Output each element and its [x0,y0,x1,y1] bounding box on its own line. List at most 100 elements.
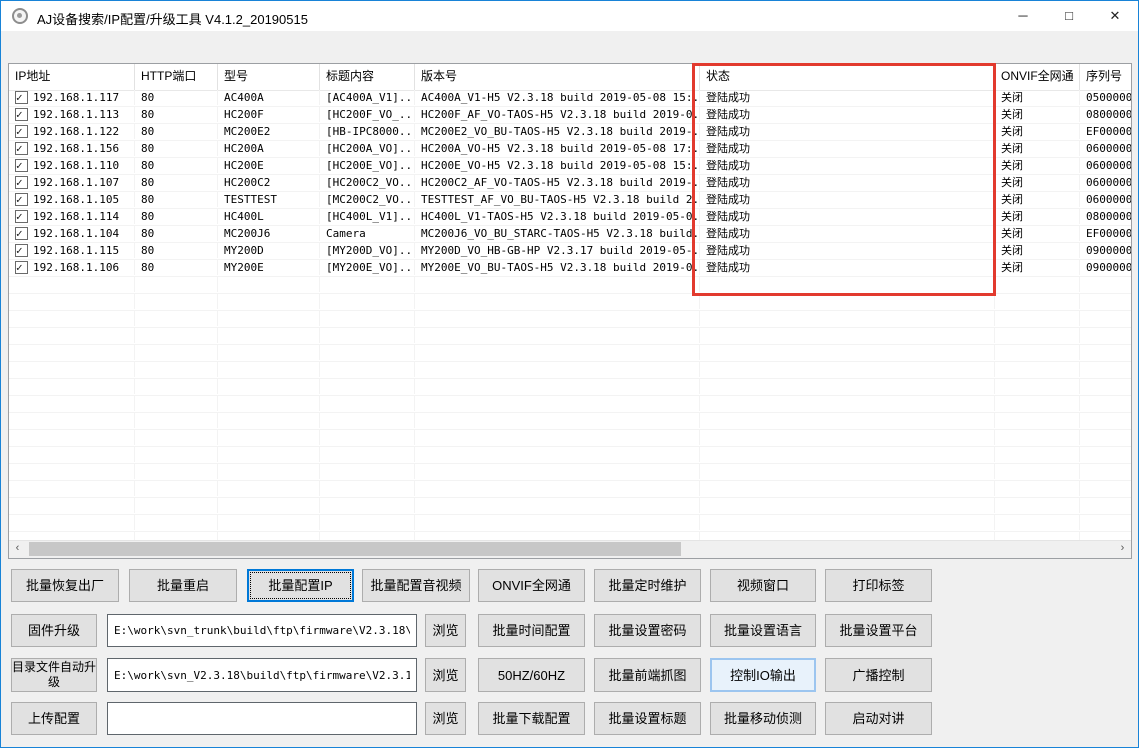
table-empty-row [9,464,1131,481]
column-header[interactable]: 标题内容 [320,64,415,90]
upload-path-input[interactable] [107,702,417,735]
row-checkbox[interactable] [15,107,28,122]
row-checkbox[interactable] [15,124,28,139]
hz-toggle-button[interactable]: 50HZ/60HZ [478,658,585,692]
batch-config-av-button[interactable]: 批量配置音视频 [362,569,470,602]
empty-cell [700,481,995,496]
row-checkbox[interactable] [15,175,28,190]
table-row[interactable]: 192.168.1.104 80MC200J6CameraMC200J6_VO_B… [9,226,1131,243]
start-talk-button[interactable]: 启动对讲 [825,702,932,735]
scrollbar-thumb[interactable] [29,542,681,556]
empty-cell [9,413,135,428]
row-checkbox[interactable] [15,209,28,224]
cell-onvif: 关闭 [995,158,1080,173]
table-row[interactable]: 192.168.1.156 80HC200A[HC200A_VO]...HC200… [9,141,1131,158]
browse-dir-button[interactable]: 浏览 [425,658,466,692]
batch-reboot-button[interactable]: 批量重启 [129,569,237,602]
control-io-button[interactable]: 控制IO输出 [710,658,816,692]
column-header[interactable]: 状态 [700,64,995,90]
close-button[interactable]: ✕ [1092,1,1138,31]
table-row[interactable]: 192.168.1.115 80MY200D[MY200D_VO]...MY200… [9,243,1131,260]
cell-serial: 06000000 [1086,142,1131,155]
firmware-path-input[interactable] [107,614,417,647]
batch-snapshot-button[interactable]: 批量前端抓图 [594,658,701,692]
empty-cell [995,481,1080,496]
upload-config-button[interactable]: 上传配置 [11,702,97,735]
batch-motion-detect-button[interactable]: 批量移动侦测 [710,702,816,735]
row-checkbox[interactable] [15,260,28,275]
batch-download-config-button[interactable]: 批量下载配置 [478,702,585,735]
empty-cell [135,498,218,513]
empty-cell [320,413,415,428]
batch-time-config-button[interactable]: 批量时间配置 [478,614,585,647]
table-row[interactable]: 192.168.1.106 80MY200E[MY200E_VO]...MY200… [9,260,1131,277]
empty-cell [218,277,320,292]
cell-onvif: 关闭 [995,192,1080,207]
column-header[interactable]: ONVIF全网通 [995,64,1080,90]
video-window-button[interactable]: 视频窗口 [710,569,816,602]
batch-set-language-button[interactable]: 批量设置语言 [710,614,816,647]
empty-cell [135,430,218,445]
cell-version: HC200C2_AF_VO-TAOS-H5 V2.3.18 build 2019… [415,175,700,190]
empty-cell [320,311,415,326]
print-label-button[interactable]: 打印标签 [825,569,932,602]
cell-ip-text: 192.168.1.114 [33,210,120,223]
cell-onvif: 关闭 [995,260,1080,275]
cell-port: 80 [135,158,218,173]
batch-timed-maintenance-button[interactable]: 批量定时维护 [594,569,701,602]
cell-title: [AC400A_V1]... [320,90,415,105]
cell-serial: 06000000 [1086,159,1131,172]
batch-set-password-button[interactable]: 批量设置密码 [594,614,701,647]
empty-cell [1080,515,1131,530]
column-header[interactable]: IP地址 [9,64,135,90]
table-row[interactable]: 192.168.1.113 80HC200F[HC200F_VO_...HC200… [9,107,1131,124]
table-row[interactable]: 192.168.1.110 80HC200E[HC200E_VO]...HC200… [9,158,1131,175]
batch-restore-factory-button[interactable]: 批量恢复出厂 [11,569,119,602]
table-empty-row [9,413,1131,430]
column-header[interactable]: 序列号 [1080,64,1131,90]
empty-cell [995,464,1080,479]
table-row[interactable]: 192.168.1.114 80HC400L[HC400L_V1]...HC400… [9,209,1131,226]
cell-onvif: 关闭 [995,209,1080,224]
horizontal-scrollbar[interactable]: ‹ › [9,540,1131,558]
row-checkbox[interactable] [15,141,28,156]
row-checkbox[interactable] [15,90,28,105]
scroll-right-icon[interactable]: › [1114,541,1131,557]
onvif-button[interactable]: ONVIF全网通 [478,569,585,602]
batch-set-title-button[interactable]: 批量设置标题 [594,702,701,735]
row-checkbox[interactable] [15,158,28,173]
table-row[interactable]: 192.168.1.105 80TESTTEST[MC200C2_VO...TES… [9,192,1131,209]
empty-cell [218,362,320,377]
minimize-button[interactable]: ─ [1000,1,1046,31]
cell-model: HC400L [218,209,320,224]
browse-firmware-button[interactable]: 浏览 [425,614,466,647]
empty-cell [700,447,995,462]
column-header[interactable]: HTTP端口 [135,64,218,90]
empty-cell [135,413,218,428]
table-row[interactable]: 192.168.1.117 80AC400A[AC400A_V1]...AC400… [9,90,1131,107]
dir-auto-upgrade-button[interactable]: 目录文件自动升级 [11,658,97,692]
firmware-upgrade-button[interactable]: 固件升级 [11,614,97,647]
column-header[interactable]: 版本号 [415,64,700,90]
empty-cell [320,379,415,394]
batch-set-platform-button[interactable]: 批量设置平台 [825,614,932,647]
browse-upload-button[interactable]: 浏览 [425,702,466,735]
dir-path-input[interactable] [107,658,417,692]
empty-cell [135,362,218,377]
row-checkbox[interactable] [15,243,28,258]
batch-config-ip-button[interactable]: 批量配置IP [247,569,354,602]
scroll-left-icon[interactable]: ‹ [9,541,26,557]
table-row[interactable]: 192.168.1.107 80HC200C2[HC200C2_VO...HC20… [9,175,1131,192]
empty-cell [700,311,995,326]
row-checkbox[interactable] [15,226,28,241]
cell-title: [HB-IPC8000... [320,124,415,139]
empty-cell [135,345,218,360]
row-checkbox[interactable] [15,192,28,207]
empty-cell [415,362,700,377]
column-header[interactable]: 型号 [218,64,320,90]
empty-cell [995,379,1080,394]
table-row[interactable]: 192.168.1.122 80MC200E2[HB-IPC8000...MC20… [9,124,1131,141]
maximize-button[interactable]: □ [1046,1,1092,31]
broadcast-control-button[interactable]: 广播控制 [825,658,932,692]
empty-cell [415,413,700,428]
